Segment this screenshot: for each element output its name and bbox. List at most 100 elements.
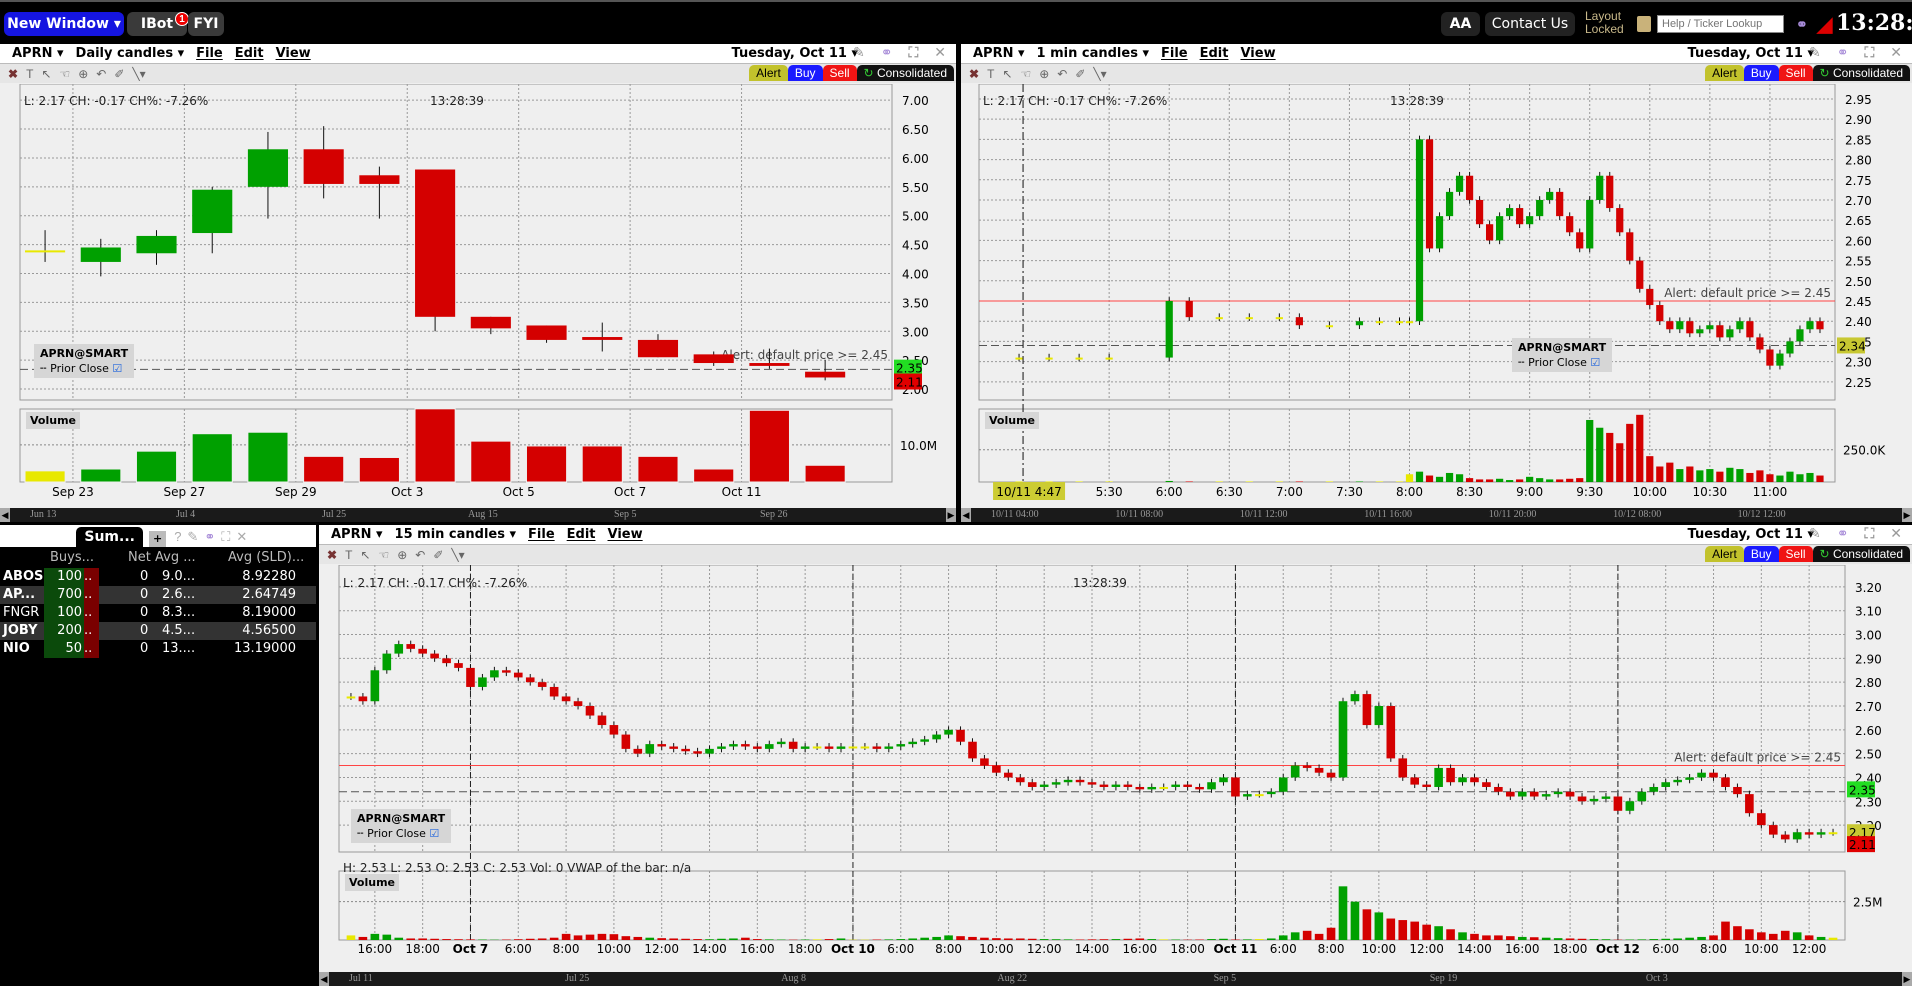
checkbox-icon[interactable]: ☑ — [112, 362, 122, 375]
alert-button[interactable]: Alert — [1705, 65, 1744, 81]
crosshair-icon[interactable]: ⊕ — [78, 67, 88, 81]
time-scroller[interactable]: ◀ ▶ 10/11 04:00 10/11 08:00 10/11 12:00 10/11… — [961, 508, 1912, 522]
sell-button[interactable]: Sell — [1778, 65, 1813, 81]
eraser-icon[interactable]: ✐ — [433, 548, 443, 562]
activity-row[interactable]: FNGR 100 .. 0 8.3... 8.19000 — [0, 604, 316, 622]
line-tool-icon[interactable]: ╲▾ — [132, 67, 145, 81]
consolidated-button[interactable]: ↻ Consolidated — [1812, 546, 1910, 562]
link-icon[interactable]: ⚭ — [1796, 16, 1808, 33]
pointer-icon[interactable]: ↖ — [1002, 67, 1012, 81]
date-selector[interactable]: Tuesday, Oct 11 ▾ — [732, 46, 859, 61]
chart-legend[interactable]: APRN@SMART ╌ Prior Close ☑ — [351, 809, 452, 843]
column-buys[interactable]: Buys... — [50, 549, 94, 567]
maximize-icon[interactable]: ⛶ — [1864, 45, 1878, 61]
add-tab-button[interactable]: + — [148, 531, 167, 547]
eraser-icon[interactable]: ✐ — [1075, 67, 1085, 81]
hand-icon[interactable]: ☜ — [59, 67, 70, 81]
consolidated-button[interactable]: ↻ Consolidated — [1812, 65, 1910, 81]
contact-us-button[interactable]: Contact Us — [1485, 12, 1575, 36]
alert-button[interactable]: Alert — [1705, 546, 1744, 562]
symbol-selector[interactable]: APRN ▾ — [331, 527, 383, 542]
pointer-icon[interactable]: ↖ — [360, 548, 370, 562]
wrench-icon[interactable]: ✎ — [1809, 526, 1825, 542]
date-selector[interactable]: Tuesday, Oct 11 ▾ — [1688, 46, 1815, 61]
symbol-selector[interactable]: APRN ▾ — [973, 46, 1025, 61]
activity-row[interactable]: ABOS 100 .. 0 9.0... 8.92280 — [0, 568, 316, 586]
symbol-selector[interactable]: APRN ▾ — [12, 46, 64, 61]
chart-legend[interactable]: APRN@SMART ╌ Prior Close ☑ — [34, 344, 135, 378]
checkbox-icon[interactable]: ☑ — [429, 827, 439, 840]
menu-view[interactable]: View — [1240, 46, 1275, 61]
menu-file[interactable]: File — [196, 46, 223, 61]
delete-icon[interactable]: ✖ — [8, 67, 18, 81]
activity-row[interactable]: JOBY 200 .. 0 4.5... 4.56500 — [0, 622, 316, 640]
sell-button[interactable]: Sell — [1778, 546, 1813, 562]
interval-selector[interactable]: 15 min candles ▾ — [395, 527, 517, 542]
time-scroller[interactable]: ◀ ▶ Jun 13 Jul 4 Jul 25 Aug 15 Sep 5 Sep 26 — [0, 508, 956, 522]
menu-edit[interactable]: Edit — [235, 46, 264, 61]
text-tool-icon[interactable]: T — [987, 67, 994, 81]
buy-button[interactable]: Buy — [787, 65, 823, 81]
checkbox-icon[interactable]: ☑ — [1590, 356, 1600, 369]
chart-canvas[interactable]: 7.006.506.005.505.004.504.003.503.002.50… — [0, 84, 956, 508]
scroll-left-icon[interactable]: ◀ — [319, 972, 329, 986]
menu-file[interactable]: File — [1161, 46, 1188, 61]
menu-edit[interactable]: Edit — [567, 527, 596, 542]
scroll-right-icon[interactable]: ▶ — [946, 508, 956, 522]
close-icon[interactable]: ✕ — [1890, 526, 1906, 542]
chart-canvas[interactable]: 3.203.103.002.902.802.702.602.502.402.30… — [319, 565, 1912, 970]
menu-edit[interactable]: Edit — [1200, 46, 1229, 61]
undo-icon[interactable]: ↶ — [1057, 67, 1067, 81]
line-tool-icon[interactable]: ╲▾ — [451, 548, 464, 562]
buy-button[interactable]: Buy — [1743, 65, 1779, 81]
help-icon[interactable]: ? — [174, 529, 187, 544]
line-tool-icon[interactable]: ╲▾ — [1093, 67, 1106, 81]
text-tool-icon[interactable]: T — [345, 548, 352, 562]
tab-activity[interactable]: Activity — [0, 527, 76, 547]
hand-icon[interactable]: ☜ — [1020, 67, 1031, 81]
activity-row[interactable]: NIO 50 .. 0 13.... 13.19000 — [0, 640, 316, 658]
eraser-icon[interactable]: ✐ — [114, 67, 124, 81]
scroll-right-icon[interactable]: ▶ — [1902, 972, 1912, 986]
chart-canvas[interactable]: 2.95 2.90 2.85 2.80 2.75 2.70 2.65 2.60 2.55 2.50… — [961, 84, 1912, 508]
scroll-left-icon[interactable]: ◀ — [0, 508, 10, 522]
close-icon[interactable]: ✕ — [934, 45, 950, 61]
text-tool-icon[interactable]: T — [26, 67, 33, 81]
maximize-icon[interactable]: ⛶ — [221, 529, 236, 544]
undo-icon[interactable]: ↶ — [96, 67, 106, 81]
activity-row[interactable]: AP... 700 .. 0 2.6... 2.64749 — [0, 586, 316, 604]
ticker-lookup-input[interactable] — [1657, 15, 1784, 33]
pointer-icon[interactable]: ↖ — [41, 67, 51, 81]
font-size-button[interactable]: AA — [1441, 12, 1480, 36]
lock-icon[interactable] — [1637, 16, 1651, 32]
interval-selector[interactable]: Daily candles ▾ — [76, 46, 185, 61]
scroll-right-icon[interactable]: ▶ — [1902, 508, 1912, 522]
date-selector[interactable]: Tuesday, Oct 11 ▾ — [1688, 527, 1815, 542]
hand-icon[interactable]: ☜ — [378, 548, 389, 562]
menu-file[interactable]: File — [528, 527, 555, 542]
menu-view[interactable]: View — [608, 527, 643, 542]
wrench-icon[interactable]: ✎ — [187, 529, 204, 544]
tab-summary[interactable]: Sum... — [76, 527, 143, 547]
link-icon[interactable]: ⚭ — [1837, 526, 1853, 542]
column-avg[interactable]: Avg ... — [155, 549, 196, 567]
scroll-left-icon[interactable]: ◀ — [961, 508, 971, 522]
crosshair-icon[interactable]: ⊕ — [1039, 67, 1049, 81]
wrench-icon[interactable]: ✎ — [853, 45, 869, 61]
link-icon[interactable]: ⚭ — [204, 529, 221, 544]
column-net[interactable]: Net — [128, 549, 151, 567]
interval-selector[interactable]: 1 min candles ▾ — [1037, 46, 1149, 61]
close-icon[interactable]: ✕ — [236, 529, 253, 544]
buy-button[interactable]: Buy — [1743, 546, 1779, 562]
crosshair-icon[interactable]: ⊕ — [397, 548, 407, 562]
delete-icon[interactable]: ✖ — [969, 67, 979, 81]
fyi-button[interactable]: FYI — [188, 12, 224, 36]
maximize-icon[interactable]: ⛶ — [1864, 526, 1878, 542]
close-icon[interactable]: ✕ — [1890, 45, 1906, 61]
maximize-icon[interactable]: ⛶ — [908, 45, 922, 61]
column-avg-sld[interactable]: Avg (SLD)... — [228, 549, 304, 567]
link-icon[interactable]: ⚭ — [881, 45, 897, 61]
alert-button[interactable]: Alert — [749, 65, 788, 81]
link-icon[interactable]: ⚭ — [1837, 45, 1853, 61]
consolidated-button[interactable]: ↻ Consolidated — [856, 65, 954, 81]
